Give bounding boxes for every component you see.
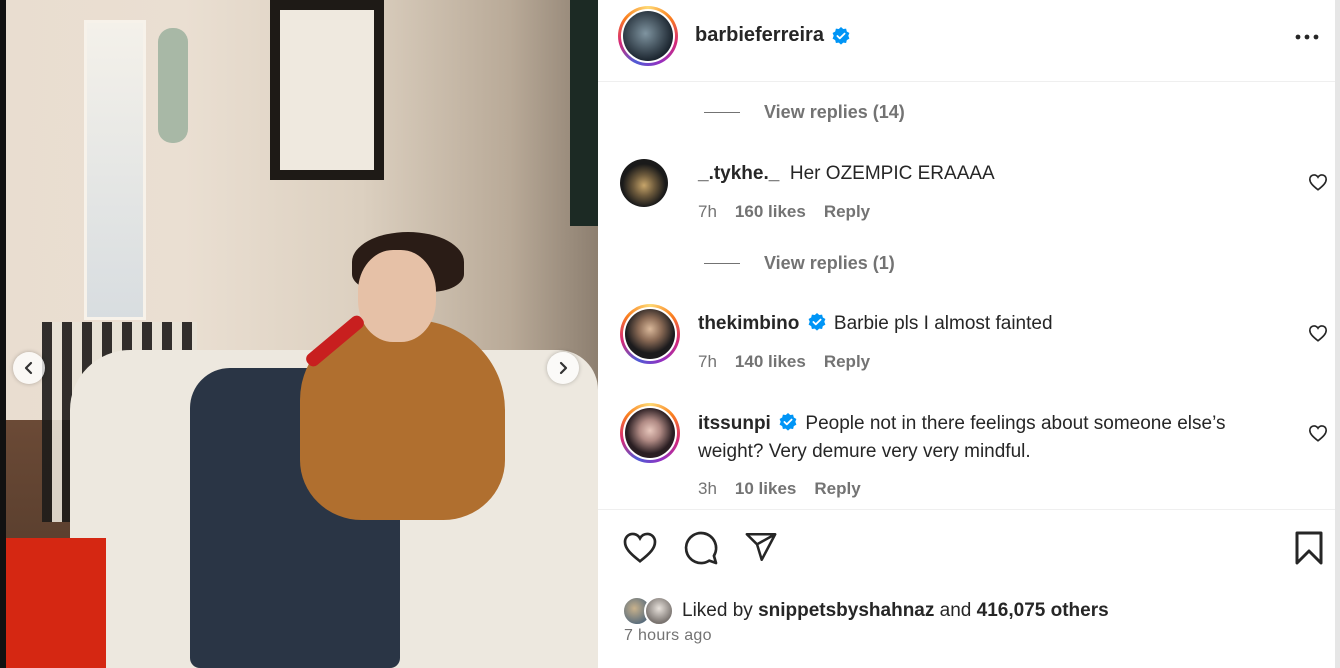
comment-reply-button[interactable]: Reply	[824, 352, 870, 372]
verified-badge-icon	[808, 313, 826, 332]
like-heart-icon[interactable]	[622, 530, 658, 564]
share-icon[interactable]	[743, 530, 779, 564]
chevron-left-icon	[24, 361, 33, 375]
photo-doorway	[84, 20, 146, 320]
liked-by-text: Liked by snippetsbyshahnaz and 416,075 o…	[682, 600, 1109, 622]
more-options-icon	[1295, 34, 1319, 40]
liked-by-avatars[interactable]	[622, 596, 678, 626]
photo-wall-frame	[270, 0, 384, 180]
photo-red-case	[6, 538, 106, 668]
comment-meta: 3h 10 likes Reply	[698, 479, 861, 499]
verified-badge-icon	[779, 413, 797, 432]
commenter-avatar[interactable]	[620, 304, 680, 364]
liked-by-conj: and	[939, 600, 972, 621]
bookmark-icon[interactable]	[1293, 530, 1325, 566]
carousel-prev-button[interactable]	[13, 352, 45, 384]
more-options-button[interactable]	[1292, 25, 1322, 49]
comment-reply-button[interactable]: Reply	[814, 479, 860, 499]
replies-divider-line	[704, 112, 740, 113]
comment-body: People not in there feelings about someo…	[698, 413, 1226, 462]
comment-time[interactable]: 7h	[698, 202, 717, 222]
comment-body: Her OZEMPIC ERAAAA	[789, 163, 995, 184]
comment-likes[interactable]: 10 likes	[735, 479, 796, 499]
post-timestamp[interactable]: 7 hours ago	[624, 627, 712, 645]
carousel-next-button[interactable]	[547, 352, 579, 384]
post-header: barbieferreira	[598, 0, 1335, 82]
replies-divider-line	[704, 263, 740, 264]
post-side-panel: barbieferreira View replies (14) _.tykhe…	[598, 0, 1340, 668]
heart-icon[interactable]	[1308, 424, 1328, 442]
panel-border	[1335, 0, 1340, 668]
heart-icon[interactable]	[1308, 324, 1328, 342]
comment-likes[interactable]: 140 likes	[735, 352, 806, 372]
comment-body: Barbie pls I almost fainted	[833, 313, 1053, 334]
post-media[interactable]	[0, 0, 598, 668]
comment-text: itssunpi People not in there feelings ab…	[698, 410, 1288, 466]
photo-person-head	[358, 250, 436, 342]
commenter-avatar[interactable]	[620, 403, 680, 463]
commenter-username[interactable]: itssunpi	[698, 413, 771, 434]
view-replies-button[interactable]: View replies (1)	[704, 253, 895, 274]
post-actions: Liked by snippetsbyshahnaz and 416,075 o…	[598, 509, 1335, 668]
chevron-right-icon	[559, 361, 568, 375]
author-avatar-ring[interactable]	[618, 6, 678, 66]
verified-badge-icon	[832, 27, 850, 45]
liked-by-user[interactable]: snippetsbyshahnaz	[758, 600, 934, 621]
view-replies-button[interactable]: View replies (14)	[704, 102, 905, 123]
comment-time[interactable]: 7h	[698, 352, 717, 372]
comment-meta: 7h 160 likes Reply	[698, 202, 870, 222]
comment-likes[interactable]: 160 likes	[735, 202, 806, 222]
comment-reply-button[interactable]: Reply	[824, 202, 870, 222]
view-replies-label: View replies (1)	[764, 253, 895, 273]
liked-by-prefix: Liked by	[682, 600, 753, 621]
liker-avatar[interactable]	[644, 596, 674, 626]
comment-meta: 7h 140 likes Reply	[698, 352, 870, 372]
photo-dark-panel	[570, 0, 598, 226]
photo-wall-mask	[158, 28, 188, 143]
comment-text: _.tykhe._ Her OZEMPIC ERAAAA	[698, 160, 1278, 188]
likes-count[interactable]: 416,075 others	[977, 600, 1109, 621]
liked-by-row: Liked by snippetsbyshahnaz and 416,075 o…	[622, 596, 1109, 626]
commenter-username[interactable]: _.tykhe._	[698, 163, 779, 184]
commenter-username[interactable]: thekimbino	[698, 313, 799, 334]
commenter-avatar[interactable]	[620, 159, 668, 207]
author-username[interactable]: barbieferreira	[695, 24, 824, 47]
comment-text: thekimbino Barbie pls I almost fainted	[698, 310, 1278, 338]
heart-icon[interactable]	[1308, 173, 1328, 191]
author-avatar[interactable]	[623, 11, 673, 61]
view-replies-label: View replies (14)	[764, 102, 905, 122]
comment-time[interactable]: 3h	[698, 479, 717, 499]
comment-icon[interactable]	[683, 530, 719, 566]
